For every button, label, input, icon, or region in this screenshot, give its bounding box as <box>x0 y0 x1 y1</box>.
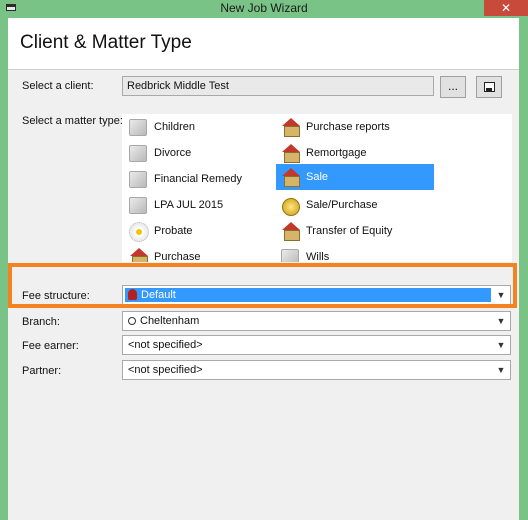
document-icon <box>281 249 299 262</box>
partner-label: Partner: <box>22 365 62 377</box>
matter-item-label: Divorce <box>154 147 192 159</box>
matter-item-label: Remortgage <box>306 147 367 159</box>
house-coins-icon <box>280 167 302 187</box>
document-icon <box>129 145 147 162</box>
wizard-header: Client & Matter Type <box>8 18 519 70</box>
matter-item-remortgage[interactable]: Remortgage <box>276 140 426 166</box>
matter-item-label: Financial Remedy <box>154 173 243 185</box>
window-title: New Job Wizard <box>220 1 308 15</box>
save-client-button[interactable] <box>476 76 502 98</box>
matter-item-wills[interactable]: Wills <box>276 244 426 262</box>
coins-icon <box>280 195 302 216</box>
house-coins-icon <box>280 117 302 137</box>
browse-client-button[interactable]: ... <box>440 76 466 98</box>
matter-item-purchase[interactable]: Purchase <box>124 244 274 262</box>
chevron-down-icon[interactable]: ▼ <box>494 313 508 329</box>
wizard-dialog: Client & Matter Type Select a client: Re… <box>8 18 519 520</box>
chevron-down-icon[interactable]: ▼ <box>494 287 508 303</box>
matter-type-label: Select a matter type: <box>22 115 123 127</box>
flower-icon <box>128 221 150 242</box>
page-title: Client & Matter Type <box>20 32 192 53</box>
matter-type-list[interactable]: Children Purchase reports Divorce Remort… <box>122 114 512 262</box>
partner-value: <not specified> <box>128 364 203 376</box>
branch-value: Cheltenham <box>140 315 200 327</box>
client-field[interactable]: Redbrick Middle Test <box>122 76 434 96</box>
client-label: Select a client: <box>22 80 94 92</box>
fee-structure-label: Fee structure: <box>22 290 90 302</box>
matter-item-label: Transfer of Equity <box>306 225 393 237</box>
close-button[interactable]: ✕ <box>484 0 528 16</box>
document-icon <box>129 197 147 214</box>
matter-item-label: Purchase <box>154 251 201 262</box>
branch-circle-icon <box>128 317 136 325</box>
house-icon <box>280 221 302 241</box>
branch-label: Branch: <box>22 316 60 328</box>
matter-item-sale[interactable]: Sale <box>276 164 434 190</box>
matter-item-label: LPA JUL 2015 <box>154 199 224 211</box>
matter-item-probate[interactable]: Probate <box>124 218 274 244</box>
partner-select[interactable]: <not specified> ▼ <box>122 360 511 380</box>
house-icon <box>280 143 302 163</box>
matter-item-label: Wills <box>306 251 330 262</box>
fee-earner-select[interactable]: <not specified> ▼ <box>122 335 511 355</box>
chevron-down-icon[interactable]: ▼ <box>494 337 508 353</box>
document-icon <box>129 119 147 136</box>
fee-structure-icon <box>128 289 137 300</box>
chevron-down-icon[interactable]: ▼ <box>494 362 508 378</box>
fee-structure-selected: Default <box>125 288 491 302</box>
matter-item-lpa-jul-2015[interactable]: LPA JUL 2015 <box>124 192 274 218</box>
matter-item-children[interactable]: Children <box>124 114 274 140</box>
document-icon <box>129 171 147 188</box>
matter-item-sale-purchase[interactable]: Sale/Purchase <box>276 192 426 218</box>
matter-item-label: Sale <box>306 171 329 183</box>
house-coins-icon <box>128 247 150 262</box>
branch-select[interactable]: Cheltenham ▼ <box>122 311 511 331</box>
save-icon <box>484 82 495 92</box>
matter-item-label: Sale/Purchase <box>306 199 378 211</box>
fee-structure-select[interactable]: Default ▼ <box>122 285 511 305</box>
fee-earner-label: Fee earner: <box>22 340 79 352</box>
matter-item-label: Children <box>154 121 195 133</box>
fee-earner-value: <not specified> <box>128 339 203 351</box>
matter-item-financial-remedy[interactable]: Financial Remedy <box>124 166 274 192</box>
fee-structure-value: Default <box>141 289 176 301</box>
matter-item-label: Purchase reports <box>306 121 390 133</box>
matter-item-label: Probate <box>154 225 193 237</box>
matter-item-transfer-of-equity[interactable]: Transfer of Equity <box>276 218 426 244</box>
window-menu-icon[interactable] <box>6 4 16 11</box>
matter-item-divorce[interactable]: Divorce <box>124 140 274 166</box>
window-titlebar: New Job Wizard ✕ <box>0 0 528 16</box>
matter-item-purchase-reports[interactable]: Purchase reports <box>276 114 426 140</box>
